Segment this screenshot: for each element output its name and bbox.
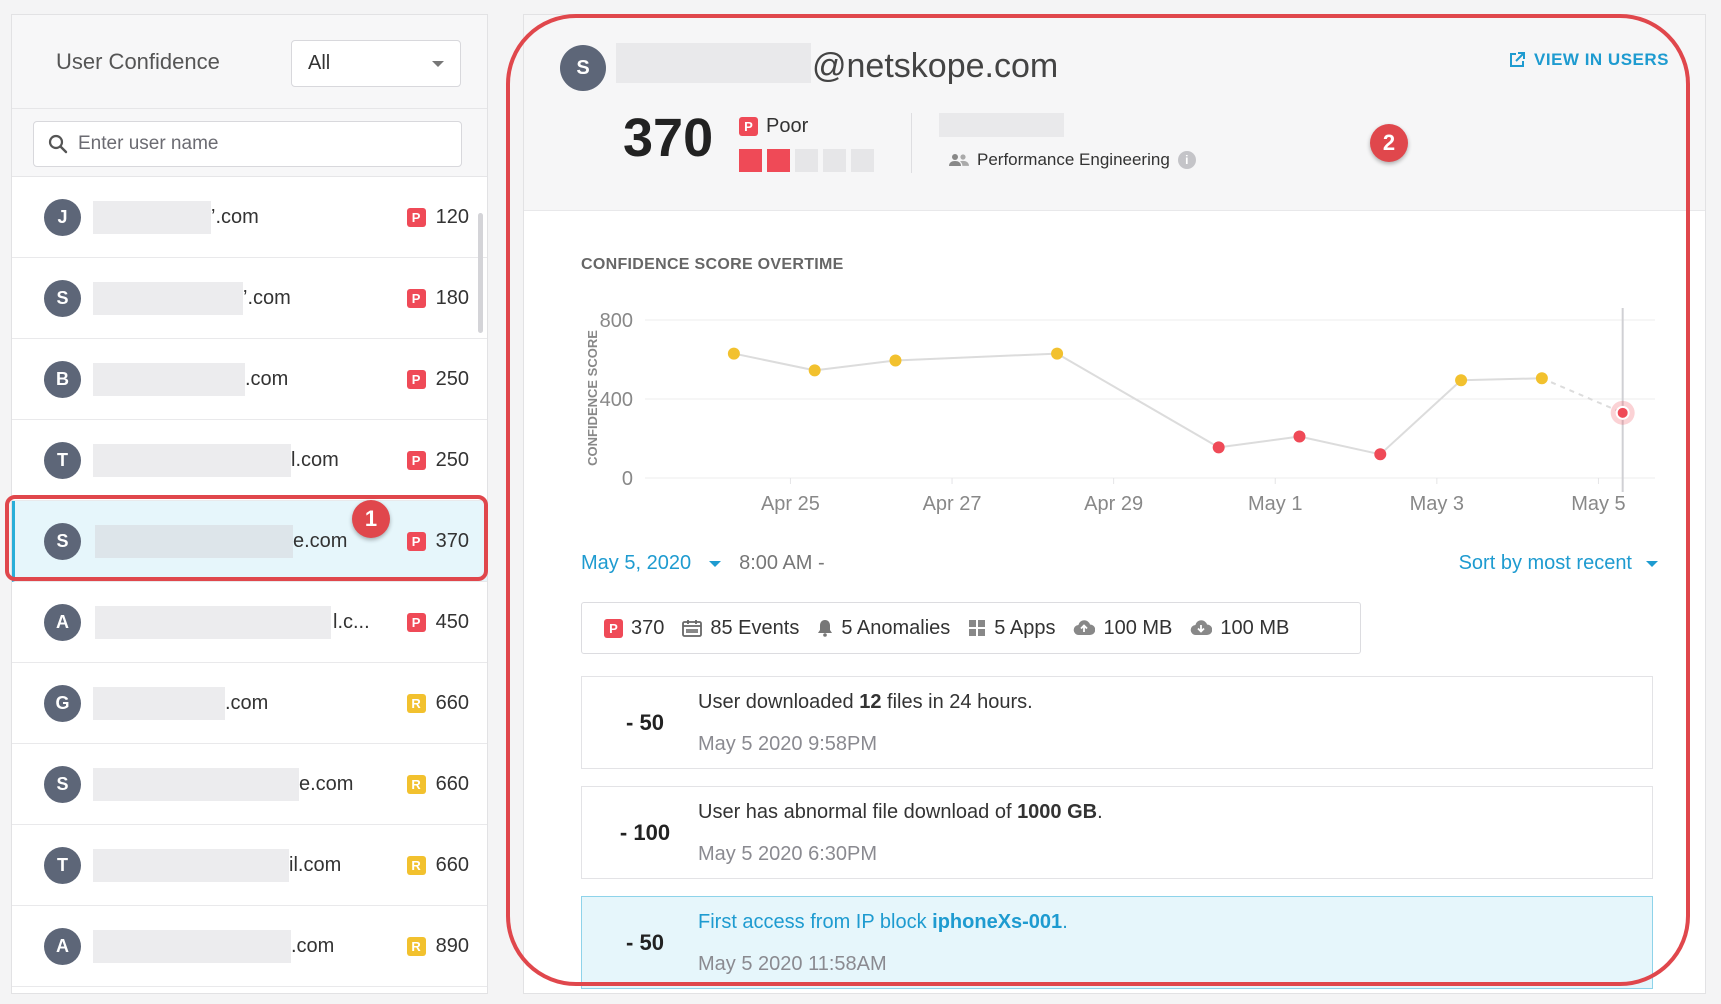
confidence-filter-dropdown[interactable]: All: [291, 40, 461, 87]
email-suffix: .com: [245, 368, 289, 390]
score-value: 120: [435, 205, 469, 228]
email-suffix: il.com: [289, 854, 342, 876]
score-value: 250: [435, 448, 469, 471]
redacted-email-block: [93, 201, 211, 234]
risky-level-icon: R: [406, 693, 426, 713]
redacted-email-block: [95, 606, 331, 639]
callout-selected-user-outline: [5, 495, 488, 581]
redacted-email-block: [93, 444, 291, 477]
avatar: B: [44, 360, 81, 398]
score-value: 660: [435, 691, 469, 714]
email-suffix: .com: [225, 692, 269, 714]
score-value: 660: [435, 853, 469, 876]
search-field[interactable]: [33, 121, 462, 167]
callout-detail-outline: [506, 14, 1690, 986]
user-email: .com: [93, 683, 387, 723]
user-score: R 660: [387, 773, 469, 796]
score-value: 180: [435, 286, 469, 309]
user-email: ’.com: [93, 278, 387, 318]
user-score: R 660: [387, 854, 469, 877]
user-score: P 180: [387, 287, 469, 310]
avatar: A: [44, 927, 81, 965]
avatar: T: [44, 441, 81, 479]
user-row[interactable]: J ’.com P 120: [12, 177, 487, 258]
user-email: l.c...: [93, 602, 387, 642]
score-value: 890: [435, 934, 469, 957]
user-list: J ’.com P 120 S ’.com P 180 B .com P 250…: [12, 177, 487, 987]
redacted-email-block: [93, 768, 299, 801]
user-row[interactable]: A .com R 890: [12, 906, 487, 987]
risky-level-icon: R: [406, 774, 426, 794]
risky-level-icon: R: [406, 936, 426, 956]
avatar: A: [44, 603, 81, 641]
redacted-email-block: [93, 930, 291, 963]
poor-level-icon: P: [406, 369, 426, 389]
search-icon: [48, 134, 68, 154]
email-suffix: l.c...: [333, 611, 370, 633]
user-email: l.com: [93, 440, 387, 480]
email-suffix: l.com: [291, 449, 339, 471]
email-suffix: ’.com: [211, 206, 259, 228]
avatar: S: [44, 279, 81, 317]
user-search-input[interactable]: [76, 132, 436, 156]
email-suffix: ’.com: [243, 287, 291, 309]
user-row[interactable]: T l.com P 250: [12, 420, 487, 501]
callout-marker-1: 1: [352, 500, 390, 538]
user-email: il.com: [93, 845, 387, 885]
redacted-email-block: [93, 849, 289, 882]
user-score: P 120: [387, 206, 469, 229]
avatar: T: [44, 846, 81, 884]
user-row[interactable]: A l.c... P 450: [12, 582, 487, 663]
poor-level-icon: P: [406, 612, 426, 632]
search-bar: [12, 109, 487, 177]
poor-level-icon: P: [406, 288, 426, 308]
score-value: 450: [435, 610, 469, 633]
avatar: G: [44, 684, 81, 722]
dropdown-value: All: [308, 52, 331, 74]
user-list-scrollbar[interactable]: [478, 213, 483, 333]
score-value: 250: [435, 367, 469, 390]
redacted-email-block: [93, 282, 243, 315]
user-row[interactable]: T il.com R 660: [12, 825, 487, 906]
user-row[interactable]: S ’.com P 180: [12, 258, 487, 339]
avatar: S: [44, 765, 81, 803]
user-row[interactable]: G .com R 660: [12, 663, 487, 744]
user-row[interactable]: B .com P 250: [12, 339, 487, 420]
user-score: R 660: [387, 692, 469, 715]
user-score: P 250: [387, 368, 469, 391]
user-email: e.com: [93, 764, 387, 804]
user-email: .com: [93, 359, 387, 399]
avatar: J: [44, 198, 81, 236]
risky-level-icon: R: [406, 855, 426, 875]
user-confidence-header: User Confidence All: [12, 15, 487, 109]
user-email: ’.com: [93, 197, 387, 237]
email-suffix: .com: [291, 935, 335, 957]
redacted-email-block: [93, 363, 245, 396]
redacted-email-block: [93, 687, 225, 720]
score-value: 660: [435, 772, 469, 795]
email-suffix: e.com: [299, 773, 354, 795]
callout-marker-2: 2: [1370, 124, 1408, 162]
panel-title: User Confidence: [56, 49, 220, 74]
user-score: R 890: [387, 935, 469, 958]
user-score: P 250: [387, 449, 469, 472]
user-score: P 450: [387, 611, 469, 634]
user-email: .com: [93, 926, 387, 966]
poor-level-icon: P: [406, 450, 426, 470]
poor-level-icon: P: [406, 207, 426, 227]
user-row[interactable]: S e.com R 660: [12, 744, 487, 825]
chevron-down-icon: [432, 60, 444, 67]
